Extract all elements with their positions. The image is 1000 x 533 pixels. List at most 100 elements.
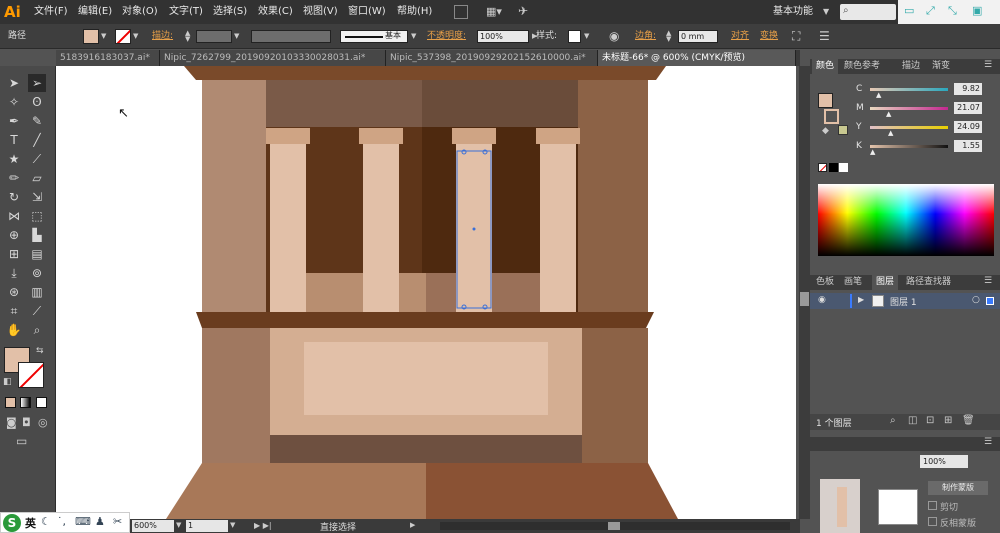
gpu-performance-icon[interactable]: ✈ [518, 4, 528, 18]
lasso-tool-icon[interactable]: ʘ [28, 93, 46, 111]
draw-behind-icon[interactable]: ◘ [22, 416, 31, 429]
architrave-right[interactable] [422, 80, 578, 127]
column-capital-3[interactable] [452, 128, 496, 144]
left-upper-wall[interactable] [202, 80, 266, 313]
tab-layers[interactable]: 图层 [872, 275, 899, 290]
delete-layer-icon[interactable]: 🗑 [962, 415, 975, 426]
channel-m-thumb[interactable]: ▲ [886, 110, 891, 118]
channel-y-thumb[interactable]: ▲ [888, 129, 893, 137]
layer-name[interactable]: 图层 1 [890, 295, 917, 308]
recolor-artwork-icon[interactable]: ◉ [609, 29, 619, 43]
white-swatch[interactable] [839, 163, 848, 172]
gradient-tool-icon[interactable]: ▤ [28, 245, 46, 263]
opacity-label[interactable]: 不透明度: [427, 24, 466, 49]
color-mode-icon[interactable] [5, 397, 16, 408]
sogou-ime-icon[interactable]: S [3, 514, 21, 532]
tab-color-guide[interactable]: 颜色参考 [840, 59, 884, 74]
column-2[interactable] [363, 144, 399, 313]
ime-moon-icon[interactable]: ☾ [41, 515, 51, 528]
right-lower-wall[interactable] [582, 328, 648, 465]
tab-document-active[interactable]: 未标题-66* @ 600% (CMYK/预览) [598, 50, 796, 66]
artboard-tool-icon[interactable]: ⌗ [5, 302, 23, 320]
tab-pathfinder[interactable]: 路径查找器 [902, 275, 955, 290]
panel-fill-swatch[interactable] [818, 93, 833, 108]
type-tool-icon[interactable]: T [5, 131, 23, 149]
menu-effect[interactable]: 效果(C) [258, 0, 293, 24]
paintbrush-tool-icon[interactable]: ⟋ [28, 150, 46, 168]
stroke-color-box[interactable] [18, 362, 44, 388]
new-layer-icon[interactable]: ⊞ [944, 415, 952, 426]
draw-normal-icon[interactable]: ◙ [6, 416, 17, 429]
scale-tool-icon[interactable]: ⇲ [28, 188, 46, 206]
variable-width-profile[interactable] [251, 30, 331, 43]
left-lower-wall[interactable] [202, 328, 270, 465]
corner-input[interactable]: 0 mm [678, 30, 718, 43]
artboard-dropdown-icon[interactable]: ▼ [230, 521, 235, 529]
tab-document-2[interactable]: Nipic_7262799_20190920103330028031.ai* [160, 50, 386, 66]
locate-object-icon[interactable]: ⌕ [890, 415, 896, 426]
make-mask-button[interactable]: 制作蒙版 [928, 481, 988, 495]
target-icon[interactable]: ○ [972, 295, 980, 305]
channel-m-value[interactable]: 21.07 [954, 102, 982, 114]
none-color-swatch[interactable] [818, 163, 827, 172]
eyedropper-tool-icon[interactable]: ⤓ [5, 264, 23, 282]
graphic-style-swatch[interactable] [568, 30, 581, 43]
invert-mask-checkbox[interactable] [928, 517, 937, 526]
layer-row[interactable]: ◉ ▶ 图层 1 ○ [810, 293, 1000, 309]
channel-c-thumb[interactable]: ▲ [876, 91, 881, 99]
tab-document-1[interactable]: 5183916183037.ai* [56, 50, 160, 66]
blend-tool-icon[interactable]: ⊚ [28, 264, 46, 282]
stroke-dropdown-icon[interactable]: ▼ [133, 32, 138, 40]
live-paint-tool-icon[interactable]: ▙ [28, 226, 46, 244]
mesh-tool-icon[interactable]: ⊞ [5, 245, 23, 263]
fullscreen-icon[interactable]: ⤡ [948, 4, 957, 18]
ime-language-toggle[interactable]: 英 [25, 515, 36, 531]
column-capital-1[interactable] [266, 128, 310, 144]
style-dropdown-icon[interactable]: ▼ [584, 32, 589, 40]
screen-mode-icon[interactable]: ▭ [16, 434, 27, 448]
workspace-switcher[interactable]: 基本功能 [773, 0, 813, 24]
symbol-sprayer-tool-icon[interactable]: ⊛ [5, 283, 23, 301]
magic-wand-tool-icon[interactable]: ✧ [5, 93, 23, 111]
base-left[interactable] [166, 463, 426, 519]
options-menu-icon[interactable]: ☰ [819, 29, 830, 43]
swap-fill-stroke-icon[interactable]: ⇆ [36, 346, 44, 356]
star-tool-icon[interactable]: ★ [5, 150, 23, 168]
tab-stroke[interactable]: 描边 [898, 59, 924, 74]
menu-select[interactable]: 选择(S) [213, 0, 247, 24]
zoom-level[interactable]: 600% [132, 520, 174, 532]
width-tool-icon[interactable]: ⋈ [5, 207, 23, 225]
line-tool-icon[interactable]: ╱ [28, 131, 46, 149]
tab-swatches[interactable]: 色板 [812, 275, 838, 290]
gamut-color-swatch[interactable] [838, 125, 848, 135]
default-colors-icon[interactable]: ◧ [3, 377, 12, 387]
artboard-number[interactable]: 1 [186, 520, 228, 532]
menu-edit[interactable]: 编辑(E) [78, 0, 112, 24]
ime-punctuation-icon[interactable]: ˙, [57, 515, 66, 528]
zoom-tool-icon[interactable]: ⌕ [28, 321, 46, 339]
ime-tools-icon[interactable]: ✂ [113, 515, 122, 528]
corner-label[interactable]: 边角: [635, 24, 656, 49]
panel-menu-icon[interactable]: ☰ [984, 276, 992, 286]
next-artboard-icon[interactable]: ▶ ▶| [254, 521, 272, 530]
ime-user-icon[interactable]: ♟ [95, 515, 105, 528]
clip-checkbox[interactable] [928, 501, 937, 510]
menu-object[interactable]: 对象(O) [122, 0, 158, 24]
horizontal-scrollbar[interactable] [440, 522, 790, 530]
column-capital-4[interactable] [536, 128, 580, 144]
lower-panel-base[interactable] [270, 435, 582, 463]
menu-type[interactable]: 文字(T) [169, 0, 203, 24]
arrange-documents-icon[interactable]: ▦▾ [486, 5, 504, 19]
fill-dropdown-icon[interactable]: ▼ [101, 32, 106, 40]
stroke-weight-input[interactable] [196, 30, 232, 43]
workspace-dropdown-icon[interactable]: ▼ [823, 7, 829, 16]
pencil-tool-icon[interactable]: ✏ [5, 169, 23, 187]
channel-y-slider[interactable] [870, 126, 948, 129]
corner-stepper[interactable]: ▲ ▼ [666, 30, 676, 43]
vertical-scrollbar[interactable] [799, 66, 810, 519]
brush-definition[interactable]: 基本 [340, 30, 408, 43]
ime-keyboard-icon[interactable]: ⌨ [75, 515, 91, 528]
fill-swatch[interactable] [83, 29, 99, 44]
panel-stroke-swatch[interactable] [824, 109, 839, 124]
menu-window[interactable]: 窗口(W) [348, 0, 386, 24]
